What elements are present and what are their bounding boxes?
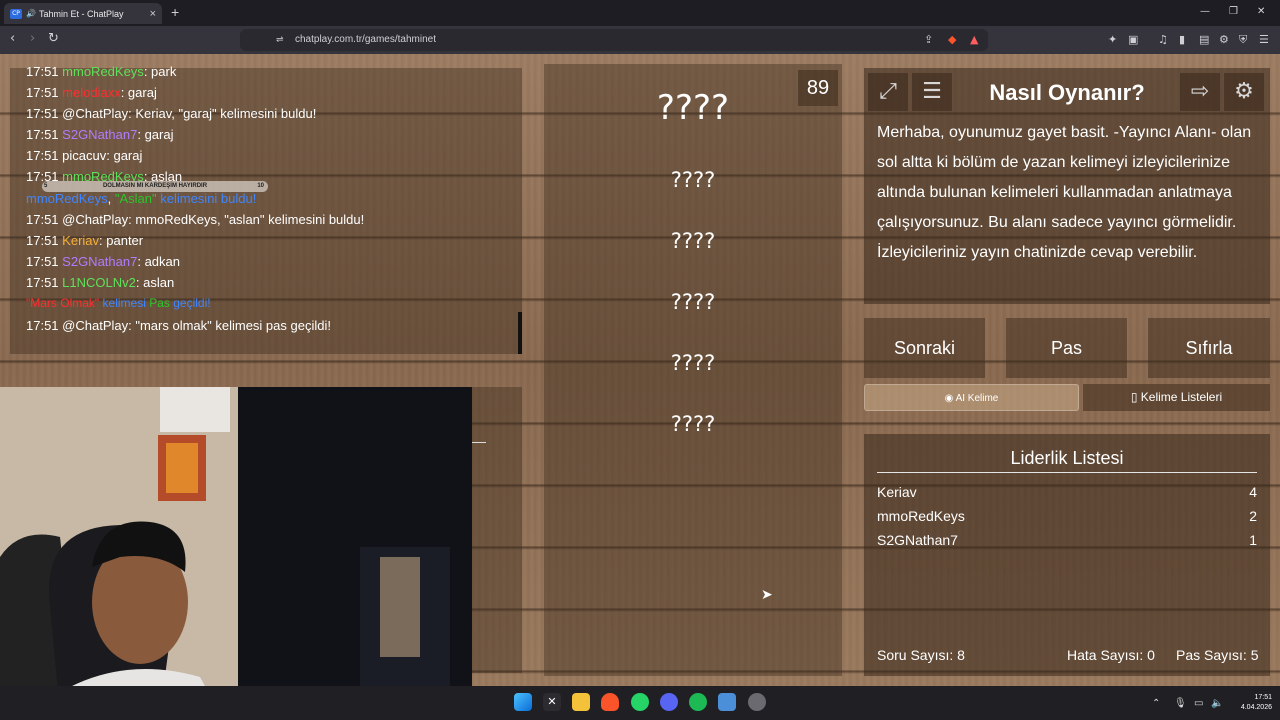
pass-count: Pas Sayısı: 5 [1176, 647, 1259, 663]
chat-line: 17:51 S2GNathan7: garaj [26, 127, 174, 142]
settings-gear-icon[interactable]: ⚙ [1224, 73, 1264, 111]
exit-icon[interactable]: ⇨ [1180, 73, 1220, 111]
fullscreen-icon[interactable]: ⤢ [868, 73, 908, 111]
taskbar-clock[interactable]: 17:51 4.04.2026 [1228, 693, 1272, 713]
volume-icon[interactable]: 🔈 [1211, 698, 1223, 709]
menu-icon[interactable]: ☰ [1259, 33, 1269, 46]
vpn-icon[interactable]: ⚙ [1219, 33, 1229, 46]
chat-line: 17:51 S2GNathan7: adkan [26, 254, 180, 269]
media-icon[interactable]: ♫ [1158, 33, 1168, 46]
address-bar-row: ‹ › ↻ ⚐ [0, 26, 1280, 54]
forbidden-word: ???? [670, 412, 716, 436]
forbidden-word: ???? [670, 168, 716, 192]
howto-text: Merhaba, oyunumuz gayet basit. -Yayıncı … [877, 124, 1252, 261]
brave-shield-icon[interactable]: ◆ [948, 33, 956, 46]
chat-line: 17:51 picacuv: garaj [26, 148, 143, 163]
new-tab-icon[interactable]: + [171, 4, 179, 20]
chat-line: 17:51 @ChatPlay: mmoRedKeys, "aslan" kel… [26, 212, 365, 227]
chat-line: 17:51 @ChatPlay: "mars olmak" kelimesi p… [26, 318, 331, 333]
pass-button[interactable]: Pas [1006, 318, 1127, 378]
chat-line: 17:51 @ChatPlay: Keriav, "garaj" kelimes… [26, 106, 317, 121]
whatsapp-icon[interactable] [631, 693, 649, 711]
speaker-icon[interactable]: 🔊 [26, 9, 36, 18]
forbidden-word: ???? [670, 290, 716, 314]
discord-icon[interactable] [660, 693, 678, 711]
extensions-icon[interactable]: ✦ [1108, 33, 1117, 46]
next-button[interactable]: Sonraki [864, 318, 985, 378]
forward-icon[interactable]: › [30, 31, 35, 46]
leaderboard-title: Liderlik Listesi [1010, 448, 1124, 468]
back-icon[interactable]: ‹ [10, 31, 15, 46]
wallet-icon[interactable]: ▣ [1128, 33, 1138, 46]
close-window-icon[interactable]: ✕ [1257, 6, 1265, 17]
url-text: chatplay.com.tr/games/tahminet [295, 34, 436, 45]
app-icon[interactable] [718, 693, 736, 711]
forbidden-word: ???? [670, 229, 716, 253]
spotify-icon[interactable] [689, 693, 707, 711]
webcam-scene [0, 387, 472, 713]
site-favicon-icon: CP [10, 8, 22, 19]
reload-icon[interactable]: ↻ [48, 31, 59, 46]
document-icon: ▯ [1130, 390, 1138, 404]
question-count: Soru Sayısı: 8 [877, 647, 965, 663]
file-explorer-icon[interactable] [572, 693, 590, 711]
start-icon[interactable] [514, 693, 532, 711]
restore-icon[interactable]: ❐ [1229, 6, 1238, 17]
tab-close-icon[interactable]: × [150, 8, 156, 20]
leaderboard-row: S2GNathan7 1 [877, 532, 1257, 548]
divider [472, 442, 486, 443]
minimize-icon[interactable]: — [1200, 6, 1210, 17]
robot-icon: ◉ [944, 393, 954, 404]
settings-app-icon[interactable] [748, 693, 766, 711]
notes-icon[interactable]: ☰ [912, 73, 952, 111]
chat-line: 17:51 L1NCOLNv2: aslan [26, 275, 175, 290]
leaderboard-divider [877, 472, 1257, 473]
chat-line: 17:51 mmoRedKeys: park [26, 64, 177, 79]
mouse-cursor-icon: ➤ [761, 587, 773, 603]
word-lists-button[interactable]: ▯ Kelime Listeleri [1083, 384, 1270, 411]
shield-icon[interactable]: ⛨ [1239, 33, 1247, 47]
chat-scrollbar[interactable] [518, 312, 522, 354]
leaderboard-row: mmoRedKeys 2 [877, 508, 1257, 524]
leo-icon[interactable]: ▤ [1199, 33, 1209, 46]
webcam-overlay [0, 387, 472, 713]
reset-button[interactable]: Sıfırla [1148, 318, 1270, 378]
ai-word-button[interactable]: ◉ AI Kelime [864, 384, 1079, 411]
site-info-icon[interactable]: ⇌ [276, 35, 284, 45]
chat-system-line: "Mars Olmak" kelimesi Pas geçildi! [26, 296, 211, 310]
chat-system-line: mmoRedKeys, "Aslan" kelimesini buldu! [26, 191, 257, 206]
chat-line: 17:51 melodiaxx: garaj [26, 85, 157, 100]
mic-icon[interactable]: 🎙 [1174, 698, 1187, 709]
main-word: ???? [656, 88, 730, 128]
tray-chevron-icon[interactable]: ⌃ [1152, 698, 1160, 709]
rewards-icon[interactable]: ▲ [970, 33, 978, 46]
howto-title: Nasıl Oynanır? [989, 80, 1145, 105]
error-count: Hata Sayısı: 0 [1067, 647, 1155, 663]
browser-tab[interactable]: CP 🔊 Tahmin Et - ChatPlay × [4, 3, 162, 24]
share-icon[interactable]: ⇪ [924, 33, 933, 46]
streamer-panel [472, 387, 522, 673]
browser-tab-bar: CP 🔊 Tahmin Et - ChatPlay × + — ❐ ✕ [0, 0, 1280, 26]
brave-browser-icon[interactable] [601, 693, 619, 711]
network-icon[interactable]: ▭ [1194, 698, 1203, 709]
chat-line: 17:51 Keriav: panter [26, 233, 144, 248]
task-view-icon[interactable]: ✕ [543, 693, 561, 711]
sidebar-icon[interactable]: ▮ [1179, 33, 1185, 46]
leaderboard-panel [864, 434, 1270, 676]
tab-title: Tahmin Et - ChatPlay [38, 8, 124, 19]
leaderboard-row: Keriav 4 [877, 484, 1257, 500]
forbidden-word: ???? [670, 351, 716, 375]
